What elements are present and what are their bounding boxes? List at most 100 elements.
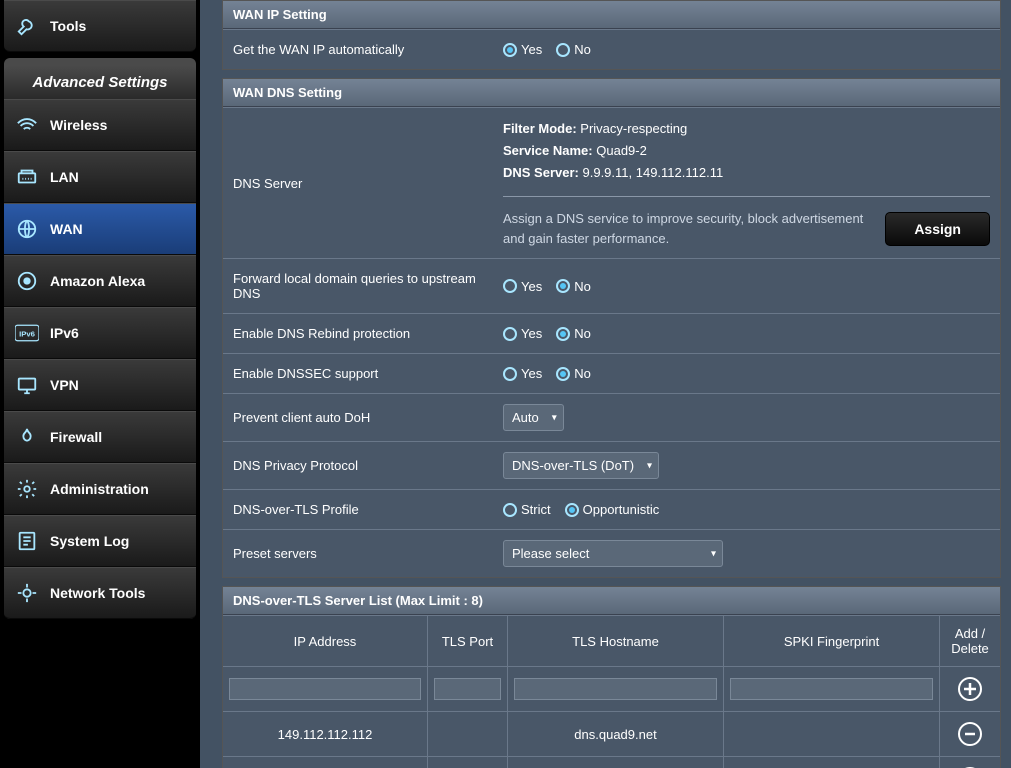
radio-no[interactable]: No — [556, 279, 591, 294]
sidebar-item-alexa[interactable]: Amazon Alexa — [4, 255, 196, 307]
row-label: DNS Privacy Protocol — [223, 442, 493, 489]
wrench-icon — [14, 13, 40, 39]
row-rebind-protect: Enable DNS Rebind protection Yes No — [223, 313, 1000, 353]
service-name-value: Quad9-2 — [596, 143, 647, 158]
radio-label: No — [574, 42, 591, 57]
sidebar-item-vpn[interactable]: VPN — [4, 359, 196, 411]
row-label: Enable DNS Rebind protection — [223, 314, 493, 353]
radio-yes[interactable]: Yes — [503, 366, 542, 381]
row-label: Prevent client auto DoH — [223, 394, 493, 441]
sidebar-item-ipv6[interactable]: IPv6 IPv6 — [4, 307, 196, 359]
sidebar-item-lan[interactable]: LAN — [4, 151, 196, 203]
radio-label: Yes — [521, 366, 542, 381]
panel-wan-dns: WAN DNS Setting DNS Server Filter Mode: … — [222, 78, 1001, 578]
sidebar-section-title: Advanced Settings — [4, 66, 196, 99]
radio-dot-icon — [503, 327, 517, 341]
chevron-down-icon: ▾ — [552, 412, 557, 423]
sidebar-section: Advanced Settings Wireless LAN WAN Amazo… — [4, 58, 196, 619]
tls-table: IP Address TLS Port TLS Hostname SPKI Fi… — [223, 615, 1000, 768]
sidebar-item-administration[interactable]: Administration — [4, 463, 196, 515]
table-head: IP Address TLS Port TLS Hostname SPKI Fi… — [223, 615, 1000, 666]
radio-group-wanip: Yes No — [503, 42, 591, 57]
row-value: Strict Opportunistic — [493, 490, 1000, 529]
sidebar-item-wan[interactable]: WAN — [4, 203, 196, 255]
select-value: Auto — [512, 410, 539, 425]
cell-ip: 149.112.112.112 — [223, 711, 428, 756]
radio-opportunistic[interactable]: Opportunistic — [565, 502, 660, 517]
radio-label: Strict — [521, 502, 551, 517]
radio-dot-icon — [503, 43, 517, 57]
alexa-icon — [14, 268, 40, 294]
radio-dot-icon — [503, 279, 517, 293]
radio-no[interactable]: No — [556, 326, 591, 341]
doh-select[interactable]: Auto ▾ — [503, 404, 564, 431]
host-input[interactable] — [514, 678, 717, 700]
row-dns-server: DNS Server Filter Mode: Privacy-respecti… — [223, 107, 1000, 258]
dns-assign-description: Assign a DNS service to improve security… — [503, 209, 873, 248]
radio-yes[interactable]: Yes — [503, 326, 542, 341]
nav-item-tools[interactable]: Tools — [4, 0, 196, 52]
radio-label: Opportunistic — [583, 502, 660, 517]
radio-yes[interactable]: Yes — [503, 42, 542, 57]
preset-select[interactable]: Please select▾ — [503, 540, 723, 567]
wifi-icon — [14, 112, 40, 138]
radio-label: No — [574, 366, 591, 381]
delete-button[interactable] — [958, 722, 982, 746]
dns-server-list-value: 9.9.9.11, 149.112.112.11 — [583, 165, 724, 180]
row-value: Auto ▾ — [493, 394, 1000, 441]
sidebar-item-label: Amazon Alexa — [50, 273, 145, 289]
cell-host: dns.quad9.net — [508, 711, 724, 756]
radio-no[interactable]: No — [556, 366, 591, 381]
row-preset-servers: Preset servers Please select▾ — [223, 529, 1000, 577]
row-tls-profile: DNS-over-TLS Profile Strict Opportunisti… — [223, 489, 1000, 529]
sidebar-item-networktools[interactable]: Network Tools — [4, 567, 196, 619]
sidebar-item-label: Network Tools — [50, 585, 145, 601]
privacy-proto-select[interactable]: DNS-over-TLS (DoT)▾ — [503, 452, 659, 479]
radio-yes[interactable]: Yes — [503, 279, 542, 294]
globe-icon — [14, 216, 40, 242]
sidebar-item-label: Firewall — [50, 429, 102, 445]
row-dnssec: Enable DNSSEC support Yes No — [223, 353, 1000, 393]
sidebar-item-label: Administration — [50, 481, 149, 497]
panel-wan-ip: WAN IP Setting Get the WAN IP automatica… — [222, 0, 1001, 70]
cell-spki — [724, 711, 940, 756]
cell-port — [428, 756, 508, 768]
chevron-down-icon: ▾ — [647, 460, 652, 471]
add-button[interactable] — [958, 677, 982, 701]
row-label: DNS-over-TLS Profile — [223, 490, 493, 529]
col-spki: SPKI Fingerprint — [724, 615, 940, 666]
ip-input[interactable] — [229, 678, 421, 700]
row-value: Yes No — [493, 30, 1000, 69]
filter-mode-value: Privacy-respecting — [580, 121, 687, 136]
radio-label: Yes — [521, 326, 542, 341]
sidebar-item-label: IPv6 — [50, 325, 79, 341]
row-label: Forward local domain queries to upstream… — [223, 259, 493, 313]
gear-icon — [14, 476, 40, 502]
row-privacy-proto: DNS Privacy Protocol DNS-over-TLS (DoT)▾ — [223, 441, 1000, 489]
sidebar-item-wireless[interactable]: Wireless — [4, 99, 196, 151]
radio-group-forward: Yes No — [503, 279, 591, 294]
row-value: Yes No — [493, 314, 1000, 353]
log-icon — [14, 528, 40, 554]
cell-ip: 9.9.9.9 — [223, 756, 428, 768]
spki-input[interactable] — [730, 678, 933, 700]
radio-dot-icon — [556, 367, 570, 381]
table-input-row — [223, 666, 1000, 711]
sidebar: Tools Advanced Settings Wireless LAN WAN… — [0, 0, 200, 768]
radio-strict[interactable]: Strict — [503, 502, 551, 517]
radio-no[interactable]: No — [556, 42, 591, 57]
row-value: Filter Mode: Privacy-respecting Service … — [493, 108, 1000, 258]
row-label: Get the WAN IP automatically — [223, 30, 493, 69]
port-input[interactable] — [434, 678, 501, 700]
radio-label: No — [574, 279, 591, 294]
assign-button[interactable]: Assign — [885, 212, 990, 246]
row-label: Preset servers — [223, 530, 493, 577]
row-value: Please select▾ — [493, 530, 1000, 577]
radio-dot-icon — [556, 327, 570, 341]
firewall-icon — [14, 424, 40, 450]
svg-text:IPv6: IPv6 — [19, 329, 35, 338]
radio-group-dnssec: Yes No — [503, 366, 591, 381]
sidebar-item-firewall[interactable]: Firewall — [4, 411, 196, 463]
row-value: Yes No — [493, 354, 1000, 393]
sidebar-item-systemlog[interactable]: System Log — [4, 515, 196, 567]
